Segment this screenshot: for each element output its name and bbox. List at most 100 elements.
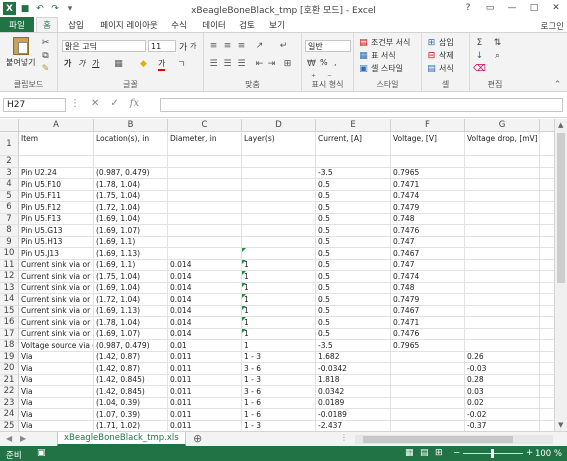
table-cell[interactable] [168,190,242,202]
table-cell[interactable] [19,156,94,168]
table-cell[interactable]: Voltage source via or [19,340,94,352]
horizontal-scrollbar[interactable] [355,435,553,444]
table-cell[interactable]: (1.69, 1.07) [94,328,168,340]
table-cell[interactable]: 0.011 [168,397,242,409]
table-cell[interactable] [168,167,242,179]
row-header[interactable]: 25 [0,420,19,431]
currency-icon[interactable]: ₩ [306,58,317,69]
percent-button[interactable]: % [320,58,328,67]
table-cell[interactable]: (1.69, 1.04) [94,213,168,225]
table-cell[interactable]: Pin U5.H13 [19,236,94,248]
table-cell[interactable]: Current sink via or [19,305,94,317]
table-cell[interactable]: -0.37 [465,420,540,431]
table-cell[interactable]: Current sink via or [19,317,94,329]
table-cell[interactable] [168,202,242,214]
enter-icon[interactable]: ✓ [110,98,118,109]
paste-button[interactable]: 붙여넣기 [6,37,35,68]
error-indicator-icon[interactable] [242,271,246,275]
table-cell[interactable]: 0.011 [168,409,242,421]
table-cell[interactable] [391,397,465,409]
ribbon-display-options-button[interactable]: ▭ [479,0,501,16]
table-cell[interactable]: 0.5 [316,271,391,283]
table-cell[interactable]: Current sink via or [19,294,94,306]
table-cell[interactable]: (1.75, 1.04) [94,271,168,283]
table-cell[interactable]: 0.011 [168,374,242,386]
table-cell[interactable]: (1.42, 0.87) [94,363,168,375]
row-header[interactable]: 21 [0,374,19,386]
table-cell[interactable]: 1.682 [316,351,391,363]
header-cell[interactable]: Voltage drop, [mV] [465,132,540,156]
table-cell[interactable]: (1.69, 1.07) [94,225,168,237]
row-header[interactable]: 20 [0,363,19,375]
table-cell[interactable]: (1.69, 1.1) [94,259,168,271]
error-indicator-icon[interactable] [242,317,246,321]
table-cell[interactable]: Pin U5.F13 [19,213,94,225]
minimize-button[interactable]: — [501,0,523,16]
table-cell[interactable]: 0.5 [316,282,391,294]
table-cell[interactable]: 0.7965 [391,340,465,352]
macro-record-icon[interactable]: ▣ [37,448,46,458]
table-cell[interactable]: 0.7479 [391,202,465,214]
row-header[interactable]: 11 [0,259,19,271]
tab-page-layout[interactable]: 페이지 레이아웃 [96,17,162,33]
table-cell[interactable]: -3.5 [316,167,391,179]
scroll-down-icon[interactable]: ▼ [558,421,563,429]
table-cell[interactable]: Via [19,397,94,409]
table-cell[interactable]: 0.014 [168,294,242,306]
table-cell[interactable]: 1 - 3 [242,374,316,386]
autosum-icon[interactable]: Σ [474,37,485,48]
number-format-combo[interactable]: 일반 [305,40,351,52]
table-cell[interactable] [94,156,168,168]
column-header[interactable]: B [94,119,168,132]
new-sheet-button[interactable]: ⊕ [193,432,202,445]
help-button[interactable]: ? [457,0,479,16]
row-header[interactable]: 16 [0,317,19,329]
zoom-level[interactable]: 100 % [535,449,562,459]
table-cell[interactable] [168,248,242,260]
tab-data[interactable]: 데이터 [198,17,230,33]
wrap-text-icon[interactable]: ↵ [278,40,289,51]
normal-view-icon[interactable]: ▦ [405,448,414,458]
fill-color-icon[interactable]: ◆ [138,58,149,69]
table-cell[interactable]: 1 [242,294,316,306]
name-box[interactable]: H27 [3,98,66,112]
table-cell[interactable]: 0.5 [316,179,391,191]
fill-icon[interactable]: ↓ [474,50,485,61]
sort-filter-icon[interactable]: ⇅ [492,37,503,48]
table-cell[interactable]: (1.07, 0.39) [94,409,168,421]
table-cell[interactable]: Pin U5.F12 [19,202,94,214]
row-header[interactable]: 19 [0,351,19,363]
table-cell[interactable] [242,190,316,202]
merge-center-icon[interactable]: ⊞ [282,58,293,69]
table-cell[interactable]: 0.5 [316,294,391,306]
table-cell[interactable]: 0.5 [316,248,391,260]
table-cell[interactable]: 0.5 [316,202,391,214]
error-indicator-icon[interactable] [242,282,246,287]
align-middle-icon[interactable]: ≡ [222,40,233,51]
table-cell[interactable]: 1 [242,305,316,317]
table-cell[interactable] [465,213,540,225]
table-cell[interactable]: 1 [242,340,316,352]
table-cell[interactable]: -0.02 [465,409,540,421]
horizontal-scroll-thumb[interactable] [363,436,513,443]
table-cell[interactable] [465,236,540,248]
align-center-icon[interactable]: ☰ [222,58,233,69]
table-cell[interactable] [242,248,316,260]
row-header[interactable]: 17 [0,328,19,340]
table-cell[interactable] [465,317,540,329]
table-cell[interactable]: 1 [242,328,316,340]
increase-indent-icon[interactable]: ⇥ [266,58,277,69]
table-cell[interactable]: 0.5 [316,305,391,317]
table-cell[interactable]: 0.5 [316,317,391,329]
table-cell[interactable] [242,202,316,214]
cut-icon[interactable]: ✂ [40,37,51,48]
table-cell[interactable]: Pin U5.F11 [19,190,94,202]
error-indicator-icon[interactable] [242,248,246,252]
table-cell[interactable]: 0.7474 [391,271,465,283]
column-header[interactable]: E [316,119,391,132]
bold-button[interactable]: 가 [64,58,71,69]
zoom-out-button[interactable]: − [453,448,460,458]
table-cell[interactable]: 0.7474 [391,190,465,202]
table-cell[interactable] [465,271,540,283]
table-cell[interactable] [465,294,540,306]
